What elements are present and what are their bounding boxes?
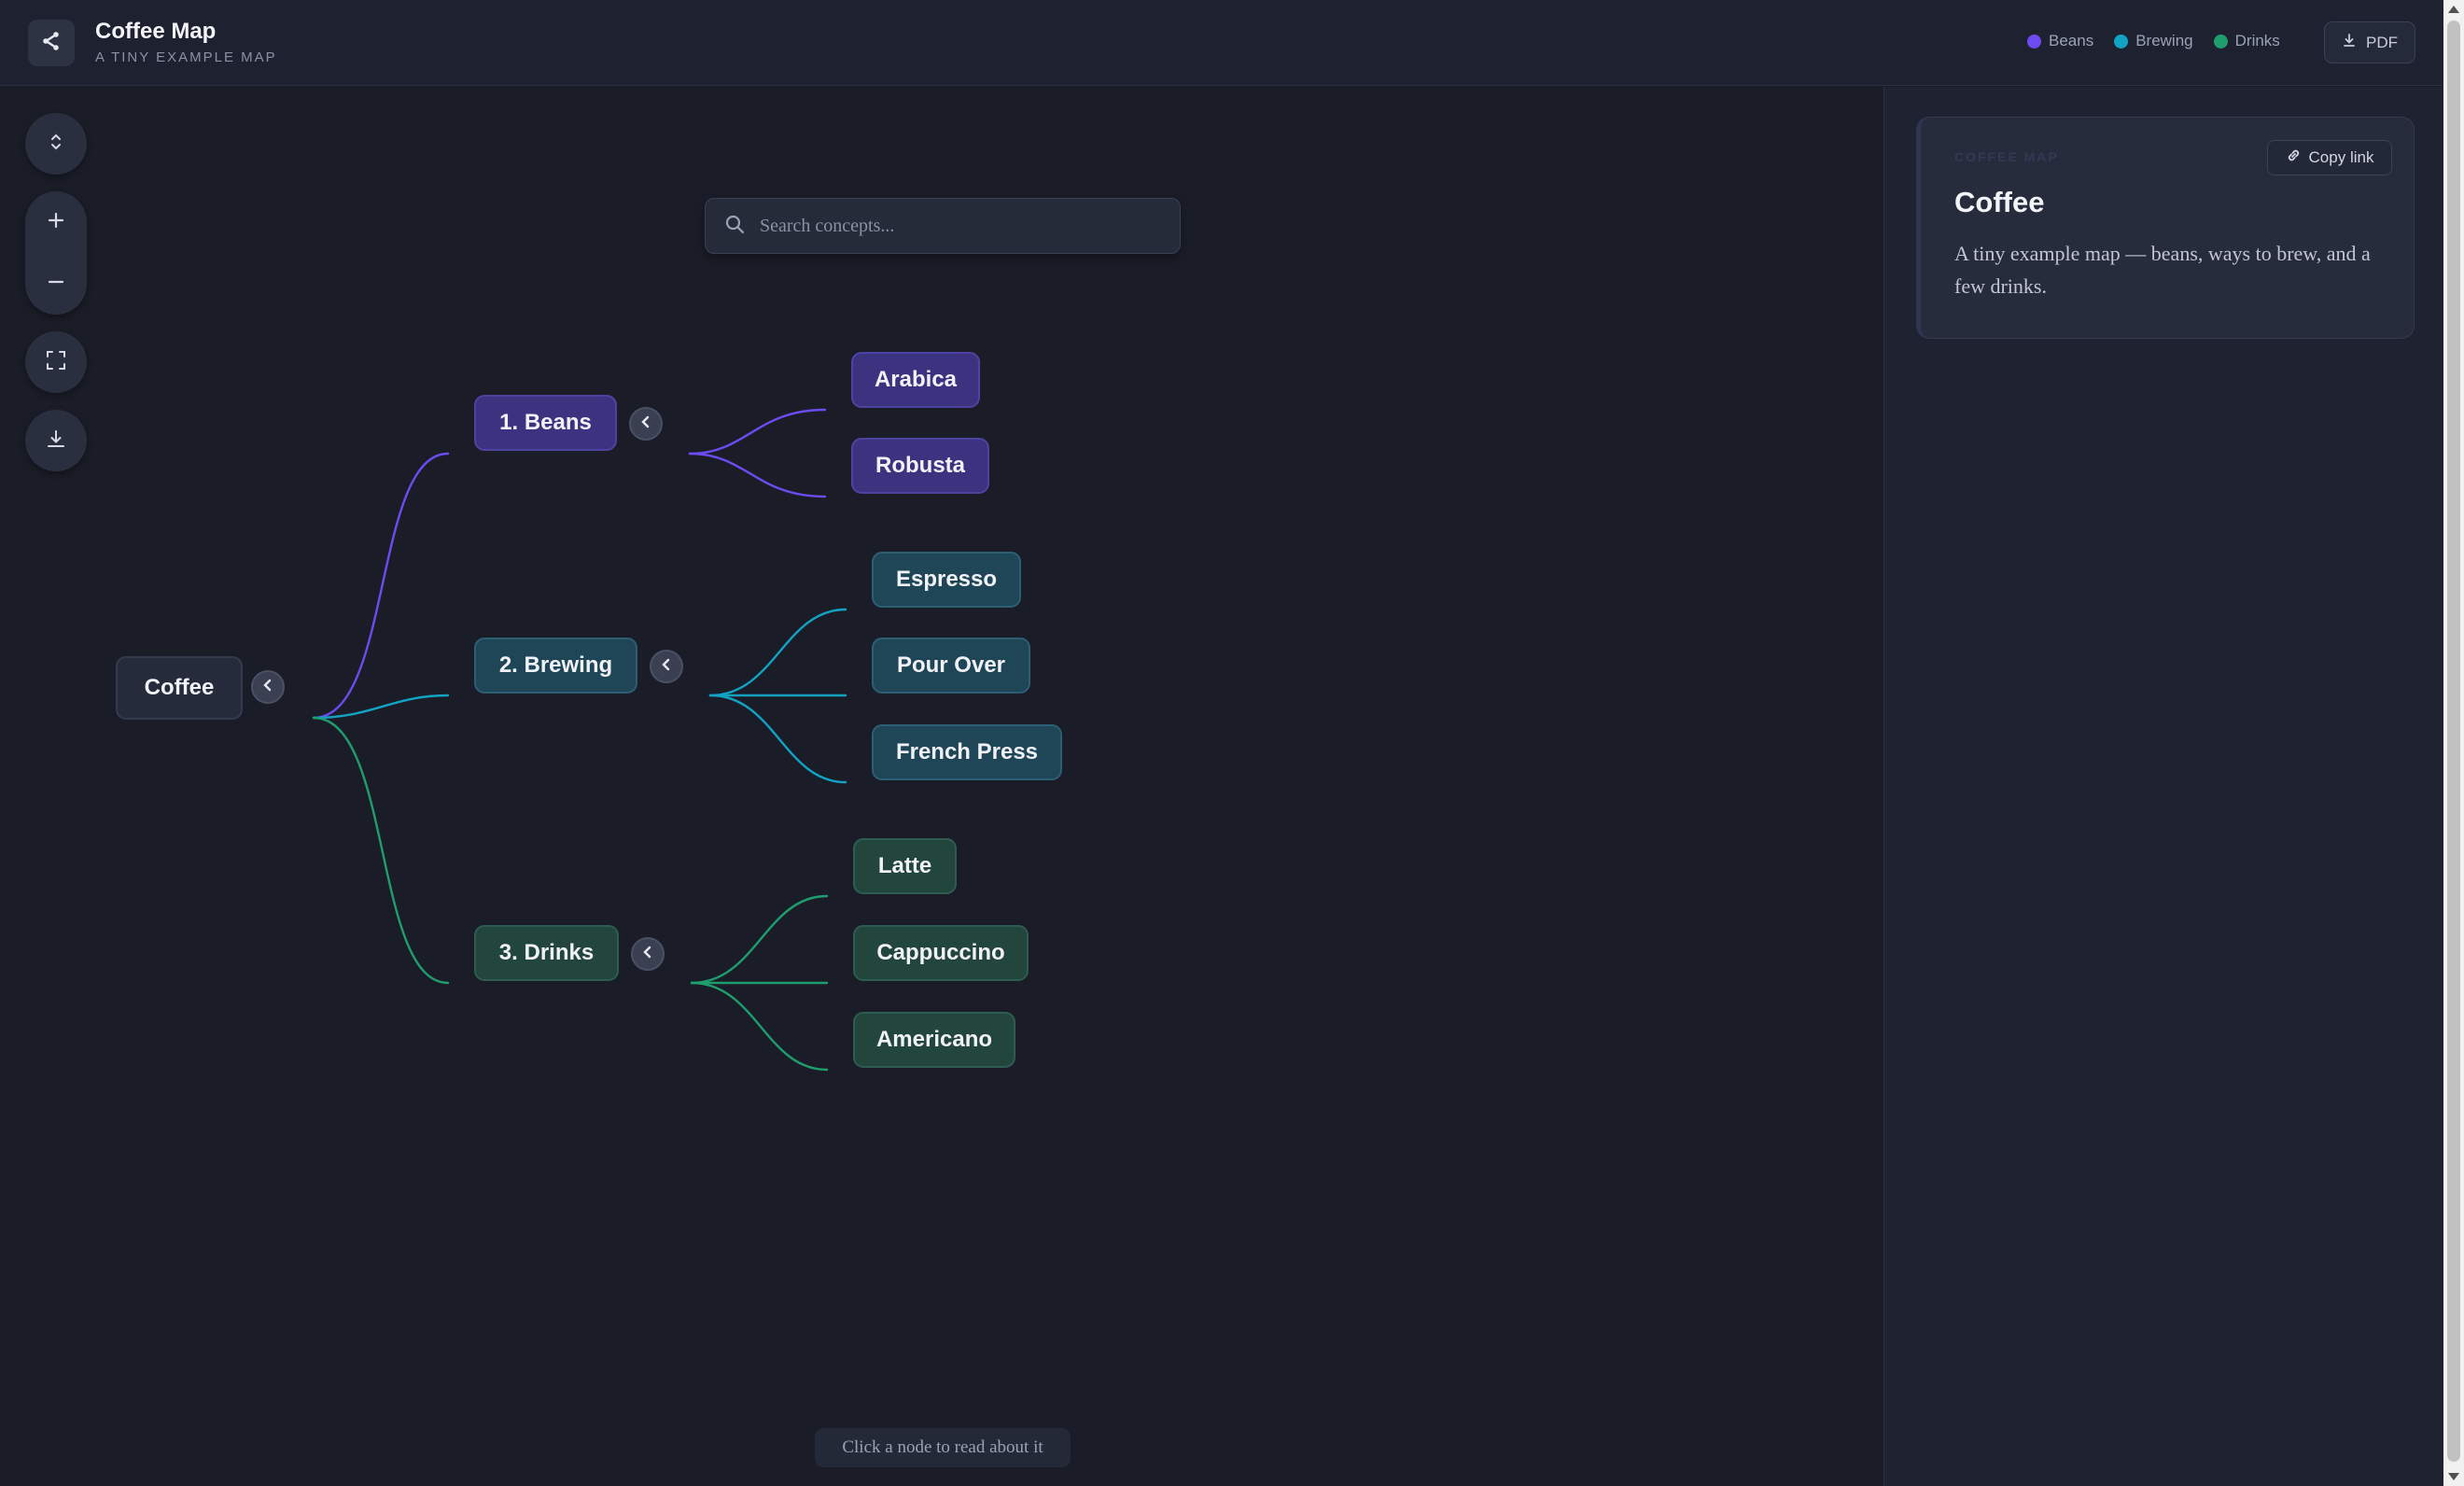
legend-item-beans: Beans	[2027, 32, 2093, 50]
scroll-down-icon[interactable]	[2448, 1473, 2459, 1480]
download-icon	[2342, 33, 2357, 52]
detail-card: COFFEE MAP Copy link Coffee A tiny examp…	[1916, 117, 2415, 339]
card-eyebrow: COFFEE MAP	[1954, 149, 2059, 164]
node-leaf-robusta[interactable]: Robusta	[851, 438, 989, 494]
link-icon	[2286, 147, 2302, 168]
edge-root-drinks	[312, 716, 450, 985]
legend-label: Beans	[2049, 32, 2094, 49]
app-header: Coffee Map A TINY EXAMPLE MAP Beans Brew…	[0, 0, 2443, 86]
node-branch-drinks[interactable]: 3. Drinks	[474, 925, 619, 981]
node-leaf-arabica[interactable]: Arabica	[851, 352, 980, 408]
collapse-toggle-root[interactable]	[251, 670, 285, 704]
page-scrollbar[interactable]	[2443, 0, 2464, 1486]
node-branch-beans[interactable]: 1. Beans	[474, 395, 617, 451]
node-leaf-espresso[interactable]: Espresso	[872, 552, 1021, 608]
legend-label: Brewing	[2135, 32, 2193, 49]
map-canvas[interactable]: Coffee 1. Beans 2. Brewing 3. Drinks Ara…	[0, 87, 1883, 1486]
edge-root-beans	[312, 452, 450, 720]
copy-link-label: Copy link	[2308, 148, 2374, 166]
legend-dot-beans	[2027, 34, 2041, 49]
map-edges	[312, 408, 847, 1072]
detail-panel: COFFEE MAP Copy link Coffee A tiny examp…	[1883, 87, 2443, 1486]
pdf-label: PDF	[2366, 33, 2398, 51]
node-leaf-pour-over[interactable]: Pour Over	[872, 638, 1030, 694]
collapse-toggle-brewing[interactable]	[650, 650, 683, 683]
legend-dot-brewing	[2114, 34, 2129, 49]
card-description: A tiny example map — beans, ways to brew…	[1954, 242, 2371, 298]
node-leaf-americano[interactable]: Americano	[853, 1012, 1015, 1068]
app-subtitle: A TINY EXAMPLE MAP	[95, 49, 277, 65]
node-leaf-french-press[interactable]: French Press	[872, 724, 1062, 780]
node-leaf-cappuccino[interactable]: Cappuccino	[853, 925, 1029, 981]
edge-brewing-frenchpress	[708, 694, 847, 784]
edge-drinks-latte	[690, 894, 829, 985]
pdf-export-button[interactable]: PDF	[2324, 21, 2415, 63]
collapse-toggle-drinks[interactable]	[631, 937, 665, 971]
chevron-left-icon	[261, 679, 274, 696]
hint-tooltip: Click a node to read about it	[815, 1428, 1071, 1467]
chevron-left-icon	[639, 415, 652, 433]
card-title: Coffee	[1954, 186, 2045, 218]
chevron-left-icon	[660, 658, 673, 676]
edge-beans-arabica	[688, 408, 827, 456]
copy-link-button[interactable]: Copy link	[2267, 140, 2392, 175]
legend-dot-drinks	[2213, 34, 2228, 49]
scroll-up-icon[interactable]	[2448, 6, 2459, 13]
edge-root-brewing	[312, 694, 450, 720]
edge-brewing-espresso	[708, 608, 847, 697]
share-button[interactable]	[28, 20, 75, 66]
node-leaf-latte[interactable]: Latte	[853, 838, 957, 894]
chevron-left-icon	[641, 946, 654, 963]
node-branch-brewing[interactable]: 2. Brewing	[474, 638, 637, 694]
app-title: Coffee Map	[95, 19, 217, 44]
legend: Beans Brewing Drinks	[2027, 32, 2280, 50]
edge-drinks-americano	[690, 981, 829, 1072]
legend-label: Drinks	[2234, 32, 2280, 49]
collapse-toggle-beans[interactable]	[629, 407, 663, 441]
node-root[interactable]: Coffee	[116, 656, 243, 720]
edge-beans-robusta	[688, 452, 827, 498]
scroll-thumb[interactable]	[2447, 21, 2460, 1462]
legend-item-brewing: Brewing	[2114, 32, 2193, 50]
share-icon	[40, 30, 63, 57]
legend-item-drinks: Drinks	[2213, 32, 2280, 50]
